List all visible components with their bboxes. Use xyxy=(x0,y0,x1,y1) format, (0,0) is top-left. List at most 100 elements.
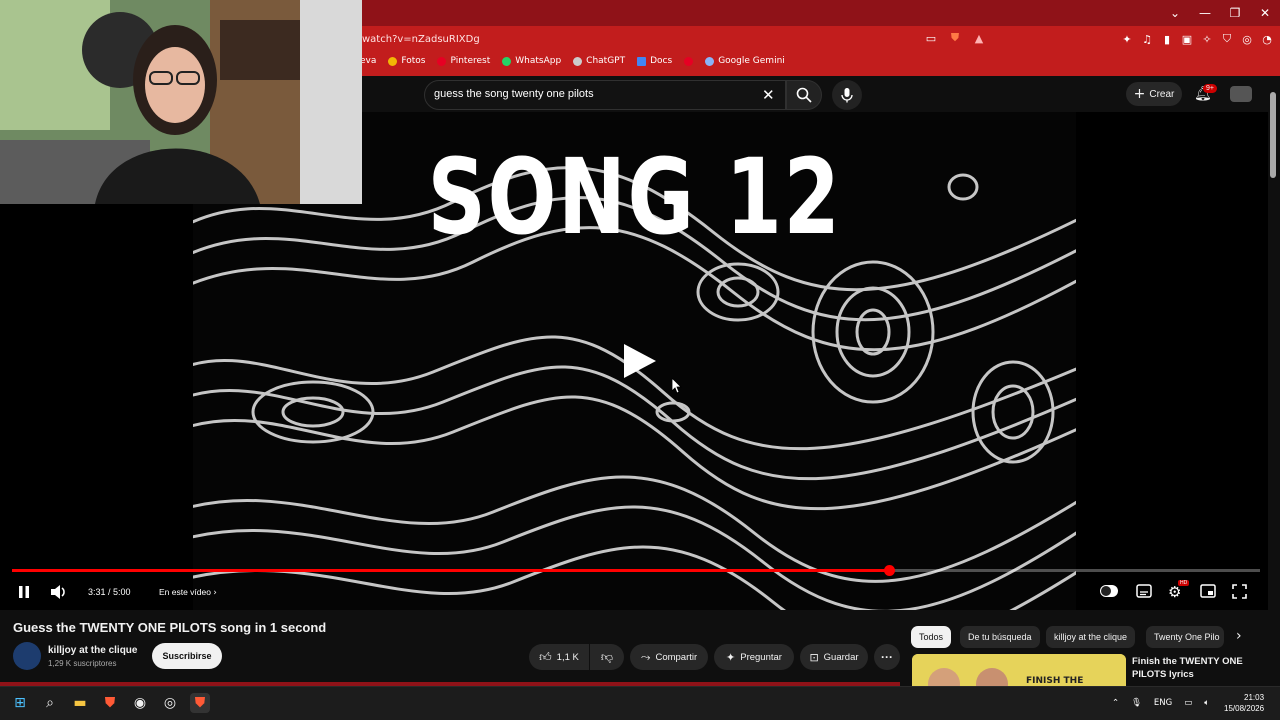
windows-start-icon[interactable]: ⊞ xyxy=(10,693,30,713)
fullscreen-button[interactable] xyxy=(1232,584,1247,601)
bookmark-label: Pinterest xyxy=(450,56,491,66)
leo-icon[interactable]: ✧ xyxy=(1200,32,1214,46)
restore-button[interactable]: ❐ xyxy=(1220,0,1250,26)
share-button[interactable]: ⤳ Compartir xyxy=(630,644,708,670)
bookmark-item[interactable]: eva xyxy=(360,56,376,66)
like-count: 1,1 K xyxy=(556,651,579,663)
sparkle-icon: ✦ xyxy=(726,650,736,664)
download-icon[interactable]: ◔ xyxy=(1260,32,1274,46)
whatsapp-icon xyxy=(502,56,512,66)
thumbnail-caption: FINISH THE xyxy=(1026,676,1084,686)
thumbs-down-icon: 👎︎ xyxy=(600,649,614,664)
chevron-right-icon[interactable]: › xyxy=(1236,628,1242,644)
player-controls: 3:31 / 5:00 En este vídeo › ⚙ HD xyxy=(12,580,1262,602)
miniplayer-button[interactable] xyxy=(1200,584,1216,600)
clock-date: 15/08/2026 xyxy=(1224,704,1265,713)
address-bar-icons: ▭ ⛊ ▲ xyxy=(924,31,986,45)
network-icon[interactable]: ▭ xyxy=(1184,698,1192,708)
bookmark-item[interactable]: ChatGPT xyxy=(573,56,625,66)
bookmark-label: Docs xyxy=(650,56,673,66)
vpn-icon[interactable]: ⛉ xyxy=(1220,32,1234,46)
channel-name[interactable]: killjoy at the clique xyxy=(48,645,137,656)
wallet-icon[interactable]: ▣ xyxy=(1180,32,1194,46)
taskbar-apps: ⊞ ⌕ ▬ ⛊ ◉ ◎ ⛊ xyxy=(10,693,210,713)
chapter-button[interactable]: En este vídeo › xyxy=(159,587,217,598)
gemini-icon xyxy=(705,56,715,66)
scrollbar-thumb[interactable] xyxy=(1270,92,1276,178)
chevron-up-icon[interactable]: ⌃ xyxy=(1112,698,1119,708)
dislike-button[interactable]: 👎︎ xyxy=(590,644,624,670)
bookmark-item[interactable]: Docs xyxy=(637,56,672,66)
fullscreen-icon xyxy=(1232,584,1247,599)
cast-icon[interactable]: ▭ xyxy=(924,31,938,45)
subscribe-button[interactable]: Suscribirse xyxy=(152,643,222,669)
chatgpt-icon xyxy=(573,56,583,66)
bookmark-label: Fotos xyxy=(401,56,426,66)
account-avatar[interactable] xyxy=(1230,86,1252,102)
chip-channel[interactable]: killjoy at the clique xyxy=(1046,626,1136,648)
brave-active-icon[interactable]: ⛊ xyxy=(190,693,210,713)
media-icon[interactable]: ♫ xyxy=(1140,32,1154,46)
like-button[interactable]: 👍︎ 1,1 K xyxy=(529,644,589,670)
extensions-icon[interactable]: ✦ xyxy=(1120,32,1134,46)
brave-icon[interactable]: ⛊ xyxy=(100,693,120,713)
bookmark-item[interactable]: Fotos xyxy=(388,56,425,66)
ask-button[interactable]: ✦ Preguntar xyxy=(714,644,794,670)
create-button[interactable]: + Crear xyxy=(1126,82,1182,106)
settings-button[interactable]: ⚙ HD xyxy=(1168,580,1190,601)
autoplay-toggle[interactable] xyxy=(1100,585,1118,597)
clock-time: 21:03 xyxy=(1244,693,1265,702)
search-query: guess the song twenty one pilots xyxy=(434,88,594,100)
shield-icon[interactable]: ◎ xyxy=(1240,32,1254,46)
url-field[interactable]: watch?v=nZadsuRIXDg xyxy=(362,34,480,45)
chip-from-search[interactable]: De tu búsqueda xyxy=(960,626,1040,648)
search-button[interactable] xyxy=(786,80,822,110)
share-icon: ⤳ xyxy=(640,649,651,664)
clear-search-icon[interactable]: ✕ xyxy=(762,86,775,104)
search-icon[interactable]: ⌕ xyxy=(40,693,60,713)
bookmark-label: eva xyxy=(360,56,377,66)
time-display: 3:31 / 5:00 xyxy=(88,587,131,597)
pause-icon xyxy=(19,586,29,598)
obs-icon[interactable]: ◉ xyxy=(130,693,150,713)
progress-played xyxy=(12,569,890,572)
more-actions-button[interactable]: ··· xyxy=(874,644,900,670)
recommendation-thumbnail[interactable] xyxy=(912,654,1126,686)
microphone-icon[interactable]: 🎙︎ xyxy=(1131,698,1142,708)
close-window-button[interactable]: ✕ xyxy=(1250,0,1280,26)
minimize-button[interactable]: — xyxy=(1190,0,1220,26)
pause-button[interactable] xyxy=(16,584,32,602)
file-explorer-icon[interactable]: ▬ xyxy=(70,693,90,713)
app-icon[interactable]: ◎ xyxy=(160,693,180,713)
miniplayer-icon xyxy=(1200,584,1216,598)
bookmark-item[interactable]: Google Gemini xyxy=(705,56,785,66)
play-icon[interactable] xyxy=(618,340,660,382)
brave-shield-icon[interactable]: ⛊ xyxy=(948,31,962,45)
pinterest-icon xyxy=(437,56,447,66)
volume-button[interactable] xyxy=(50,584,68,602)
sidebar-icon[interactable]: ▮ xyxy=(1160,32,1174,46)
subtitles-button[interactable] xyxy=(1136,584,1152,600)
bookmark-item[interactable] xyxy=(684,56,694,66)
save-label: Guardar xyxy=(823,651,859,663)
speaker-icon[interactable]: 🔈︎ xyxy=(1204,698,1209,708)
bookmark-item[interactable]: Pinterest xyxy=(437,56,490,66)
brave-rewards-icon[interactable]: ▲ xyxy=(972,31,986,45)
save-button[interactable]: ⊡ Guardar xyxy=(800,644,868,670)
chip-twenty-one-pilots[interactable]: Twenty One Pilo xyxy=(1146,626,1224,648)
ask-label: Preguntar xyxy=(740,651,782,663)
bookmark-item[interactable]: WhatsApp xyxy=(502,56,561,66)
tab-search-icon[interactable]: ⌄ xyxy=(1160,0,1190,26)
microphone-icon xyxy=(841,88,853,103)
bookmark-icon: ⊡ xyxy=(809,650,819,664)
recommendation-title[interactable]: Finish the TWENTY ONE PILOTS lyrics xyxy=(1132,655,1262,681)
system-clock[interactable]: 21:03 15/08/2026 xyxy=(1224,692,1264,714)
language-indicator[interactable]: ENG xyxy=(1154,698,1172,708)
volume-icon xyxy=(51,585,65,599)
video-title: Guess the TWENTY ONE PILOTS song in 1 se… xyxy=(13,620,327,635)
video-overlay-title: SONG 12 xyxy=(427,136,842,258)
voice-search-button[interactable] xyxy=(832,80,862,110)
channel-avatar[interactable] xyxy=(13,642,41,670)
chip-all[interactable]: Todos xyxy=(911,626,952,648)
subtitles-icon xyxy=(1136,584,1152,598)
